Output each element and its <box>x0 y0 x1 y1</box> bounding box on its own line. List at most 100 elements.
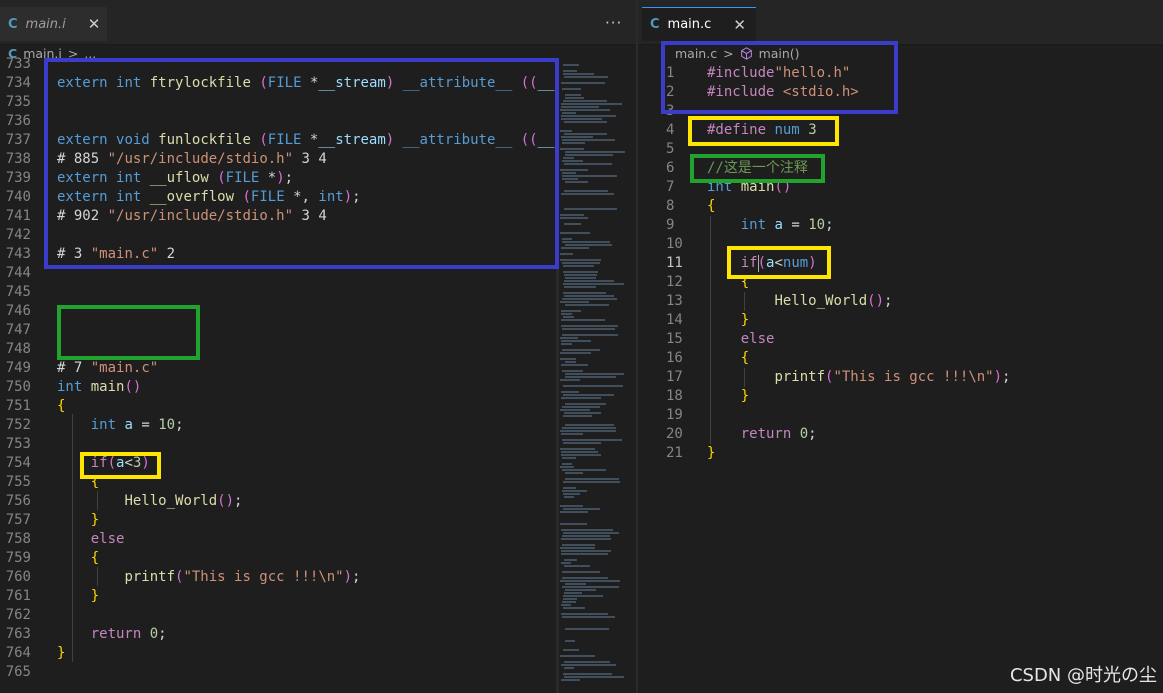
code-line[interactable]: 734 extern int ftrylockfile (FILE *__stre… <box>0 74 556 93</box>
code-line[interactable]: 746 <box>0 302 556 321</box>
minimap-line <box>564 280 614 282</box>
code-line[interactable]: 744 <box>0 264 556 283</box>
code-line[interactable]: 736 <box>0 112 556 131</box>
line-number: 758 <box>5 531 31 547</box>
code-line[interactable]: 18 } <box>638 387 1163 406</box>
right-editor-pane[interactable]: C main.c ✕ main.c > main() 1 #include"hel… <box>638 0 1163 693</box>
left-code-area[interactable]: 733 734 extern int ftrylockfile (FILE *__s… <box>0 0 636 693</box>
code-line[interactable]: 742 <box>0 226 556 245</box>
code-line[interactable]: 760 printf("This is gcc !!!\n"); <box>0 568 556 587</box>
code-line[interactable]: 8{ <box>638 197 1163 216</box>
code-line[interactable]: 752 int a = 10; <box>0 416 556 435</box>
minimap-line <box>562 112 576 114</box>
minimap-line <box>561 562 571 564</box>
code-line[interactable]: 4 #define num 3 <box>638 121 1163 140</box>
code-line[interactable]: 761 } <box>0 587 556 606</box>
line-number: 752 <box>5 417 31 433</box>
code-line[interactable]: 16 { <box>638 349 1163 368</box>
code-line[interactable]: 764} <box>0 644 556 663</box>
line-number: 762 <box>5 607 31 623</box>
minimap-line <box>561 193 614 195</box>
code-text: # 7 "main.c" <box>57 360 159 376</box>
code-line[interactable]: 9 int a = 10; <box>638 216 1163 235</box>
minimap-line <box>563 70 577 72</box>
indent-guide <box>97 567 98 586</box>
code-line[interactable]: 753 <box>0 435 556 454</box>
code-line[interactable]: 735 <box>0 93 556 112</box>
code-line[interactable]: 748 <box>0 340 556 359</box>
minimap-line <box>561 343 572 345</box>
code-line[interactable]: 756 Hello_World(); <box>0 492 556 511</box>
minimap-line <box>561 325 618 327</box>
code-line[interactable]: 745 <box>0 283 556 302</box>
code-line[interactable]: 763 return 0; <box>0 625 556 644</box>
code-line[interactable]: 758 else <box>0 530 556 549</box>
minimap-line <box>562 439 622 441</box>
code-line[interactable]: 750 int main() <box>0 378 556 397</box>
code-text: extern int __uflow (FILE *); <box>57 170 294 186</box>
code-line[interactable]: 13 Hello_World(); <box>638 292 1163 311</box>
code-line[interactable]: 740 extern int __overflow (FILE *, int); <box>0 188 556 207</box>
code-line[interactable]: 21} <box>638 444 1163 463</box>
line-number: 21 <box>666 445 683 461</box>
code-line[interactable]: 15 else <box>638 330 1163 349</box>
minimap-line <box>562 349 600 351</box>
left-editor-pane[interactable]: C main.i ✕ ··· C main.i > ... 733 734 exte… <box>0 0 636 693</box>
minimap-line <box>561 364 588 366</box>
code-line[interactable]: 747 <box>0 321 556 340</box>
code-line[interactable]: 12 { <box>638 273 1163 292</box>
minimap-line <box>561 529 613 531</box>
code-line[interactable]: 739 extern int __uflow (FILE *); <box>0 169 556 188</box>
code-line[interactable]: 743 # 3 "main.c" 2 <box>0 245 556 264</box>
code-line[interactable]: 738 # 885 "/usr/include/stdio.h" 3 4 <box>0 150 556 169</box>
line-number: 745 <box>5 284 31 300</box>
right-code-area[interactable]: 1 #include"hello.h" 2 #include <stdio.h> 3 4 #… <box>638 0 1163 693</box>
code-line[interactable]: 749 # 7 "main.c" <box>0 359 556 378</box>
code-text: return 0; <box>90 626 167 642</box>
minimap-line <box>562 469 606 471</box>
code-text: int a = 10; <box>740 217 834 233</box>
code-line[interactable]: 10 <box>638 235 1163 254</box>
code-line[interactable]: 757 } <box>0 511 556 530</box>
code-line[interactable]: 759 { <box>0 549 556 568</box>
line-number: 15 <box>666 331 683 347</box>
minimap[interactable] <box>560 62 626 693</box>
minimap-line <box>563 316 574 318</box>
code-line[interactable]: 1 #include"hello.h" <box>638 64 1163 83</box>
code-line[interactable]: 11 if(a<num) <box>638 254 1163 273</box>
code-line[interactable]: 733 <box>0 55 556 74</box>
line-number: 10 <box>666 236 683 252</box>
line-number: 757 <box>5 512 31 528</box>
line-number: 748 <box>5 341 31 357</box>
minimap-line <box>565 154 613 156</box>
minimap-line <box>562 457 576 459</box>
code-line[interactable]: 751 { <box>0 397 556 416</box>
code-line[interactable]: 765 <box>0 663 556 682</box>
scrollbar[interactable] <box>556 62 559 693</box>
code-line[interactable]: 6 //这是一个注释 <box>638 159 1163 178</box>
minimap-line <box>562 262 600 264</box>
code-line[interactable]: 737 extern void funlockfile (FILE *__stre… <box>0 131 556 150</box>
minimap-line <box>560 217 588 219</box>
line-number: 18 <box>666 388 683 404</box>
code-line[interactable]: 741 # 902 "/usr/include/stdio.h" 3 4 <box>0 207 556 226</box>
minimap-line <box>562 535 610 537</box>
code-line[interactable]: 755 { <box>0 473 556 492</box>
code-line[interactable]: 2 #include <stdio.h> <box>638 83 1163 102</box>
code-line[interactable]: 17 printf("This is gcc !!!\n"); <box>638 368 1163 387</box>
line-number: 747 <box>5 322 31 338</box>
minimap-line <box>561 613 608 615</box>
line-number: 13 <box>666 293 683 309</box>
code-line[interactable]: 7 int main() <box>638 178 1163 197</box>
code-line[interactable]: 19 <box>638 406 1163 425</box>
code-line[interactable]: 5 <box>638 140 1163 159</box>
minimap-line <box>561 247 589 249</box>
code-line[interactable]: 762 <box>0 606 556 625</box>
minimap-line <box>563 598 577 600</box>
minimap-line <box>564 286 596 288</box>
code-line[interactable]: 20 return 0; <box>638 425 1163 444</box>
line-number: 743 <box>5 246 31 262</box>
code-line[interactable]: 3 <box>638 102 1163 121</box>
code-line[interactable]: 14 } <box>638 311 1163 330</box>
code-line[interactable]: 754 if(a<3) <box>0 454 556 473</box>
